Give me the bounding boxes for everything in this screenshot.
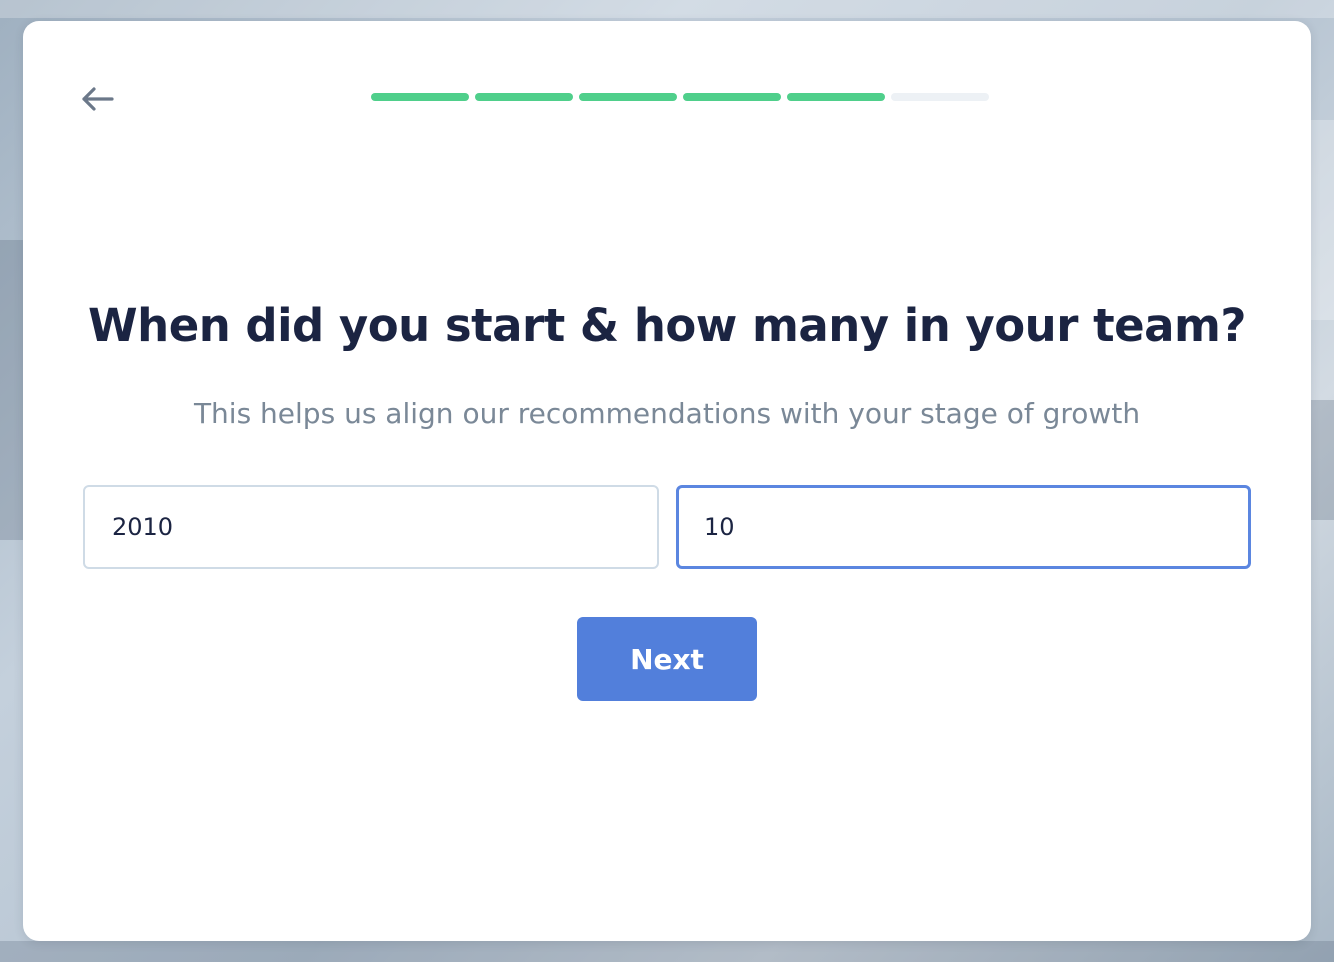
back-button[interactable] — [75, 77, 119, 121]
next-button[interactable]: Next — [577, 617, 757, 701]
progress-step-complete — [787, 93, 885, 101]
progress-step-complete — [683, 93, 781, 101]
progress-step-complete — [579, 93, 677, 101]
progress-step-complete — [371, 93, 469, 101]
start-year-input[interactable] — [83, 485, 659, 569]
page-title: When did you start & how many in your te… — [88, 299, 1246, 352]
onboarding-dialog: When did you start & how many in your te… — [23, 21, 1311, 941]
page-subtitle: This helps us align our recommendations … — [193, 397, 1141, 430]
progress-indicator — [371, 93, 989, 101]
progress-step-pending — [891, 93, 989, 101]
team-size-input[interactable] — [676, 485, 1251, 569]
arrow-left-icon — [82, 87, 114, 111]
progress-step-complete — [475, 93, 573, 101]
